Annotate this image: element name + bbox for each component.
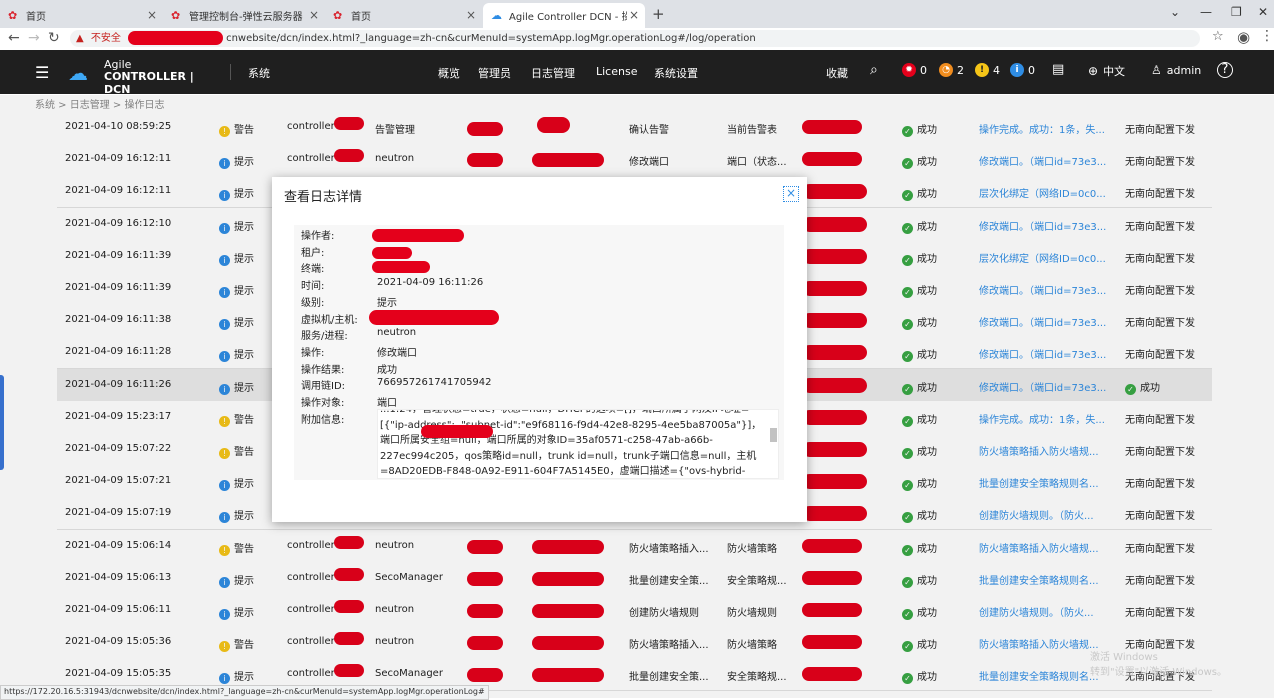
tab-search-icon[interactable]: ⌄ — [1170, 5, 1180, 19]
detail-value: 提示 — [377, 297, 397, 309]
alarm-minor[interactable]: ! 4 — [975, 63, 1000, 77]
close-icon[interactable]: × — [466, 8, 476, 22]
detail-panel: ...1:24，管理状态=true，状态=null，DHCP的选项=[]，端口所… — [294, 225, 784, 480]
forward-icon[interactable]: → — [28, 30, 40, 46]
detail-value: neutron — [377, 327, 417, 339]
help-icon[interactable]: ? — [1217, 62, 1233, 78]
redaction-mark — [128, 31, 223, 45]
detail-label: 服务/进程: — [301, 331, 348, 343]
alarm-major-icon: ◔ — [939, 63, 953, 77]
detail-row: 时间: 2021-04-09 16:11:26 — [294, 275, 784, 293]
favorites-button[interactable]: 收藏 — [826, 65, 848, 81]
user-icon: ♙ — [1151, 63, 1162, 77]
detail-value: 成功 — [377, 364, 397, 376]
browser-tab-bar: ✿ 首页 × ✿ 管理控制台-弹性云服务器 × ✿ 首页 × ☁ Agile C… — [0, 0, 1274, 28]
back-icon[interactable]: ← — [8, 30, 20, 46]
detail-value: 2021-04-09 16:11:26 — [377, 277, 484, 289]
browser-menu-icon[interactable]: ⋮ — [1260, 28, 1274, 44]
profile-icon[interactable]: ◉ — [1237, 28, 1250, 46]
cloud-logo-icon: ☁ — [68, 61, 88, 85]
detail-label: 租户: — [301, 247, 325, 259]
browser-tab-3[interactable]: ✿ 首页 × — [325, 3, 482, 28]
nav-license[interactable]: License — [596, 65, 637, 78]
detail-label: 调用链ID: — [301, 381, 346, 393]
browser-tab-2[interactable]: ✿ 管理控制台-弹性云服务器 × — [163, 3, 325, 28]
task-icon[interactable]: ▤ — [1052, 62, 1064, 77]
alarm-minor-icon: ! — [975, 63, 989, 77]
alarm-critical[interactable]: ✹ 0 — [902, 63, 927, 77]
divider — [230, 64, 231, 80]
close-icon[interactable]: × — [309, 8, 319, 22]
warning-icon: ▲ — [76, 33, 84, 44]
system-label[interactable]: 系统 — [248, 65, 270, 81]
reload-icon[interactable]: ↻ — [48, 30, 60, 46]
detail-row: 级别: 提示 — [294, 292, 784, 309]
nav-overview[interactable]: 概览 — [438, 65, 460, 81]
alarm-info[interactable]: i 0 — [1010, 63, 1035, 77]
detail-label: 操作者: — [301, 231, 335, 242]
detail-row: 租户: — [294, 242, 784, 259]
browser-tab-4[interactable]: ☁ Agile Controller DCN - 操作日志 × — [483, 3, 645, 28]
language-switch[interactable]: ⊕ 中文 — [1088, 63, 1125, 79]
flame-icon: ✹ — [902, 63, 916, 77]
close-icon[interactable]: × — [783, 186, 799, 202]
detail-label: 操作对象: — [301, 398, 345, 409]
huawei-logo-icon: ✿ — [171, 8, 181, 22]
detail-row: 调用链ID: 766957261741705942 — [294, 375, 784, 393]
user-menu[interactable]: ♙ admin — [1151, 63, 1201, 77]
detail-row: 服务/进程: neutron — [294, 325, 784, 343]
window-close-icon[interactable]: ✕ — [1258, 5, 1268, 19]
huawei-logo-icon: ✿ — [8, 8, 18, 22]
nav-log-management[interactable]: 日志管理 — [531, 65, 575, 81]
logo: ☁ Agile CONTROLLER | DCN — [68, 58, 194, 96]
detail-label: 操作结果: — [301, 364, 345, 376]
detail-label: 级别: — [301, 297, 325, 309]
detail-value: 端口 — [377, 398, 397, 409]
dialog-title: 查看日志详情 — [284, 190, 363, 205]
redaction-mark — [372, 261, 430, 273]
detail-value: 修改端口 — [377, 347, 417, 359]
huawei-logo-icon: ✿ — [333, 8, 343, 22]
windows-activation-watermark: 激活 Windows 转到"设置"以激活 Windows。 — [1090, 652, 1228, 678]
browser-tab-1[interactable]: ✿ 首页 × — [0, 3, 163, 28]
detail-label: 终端: — [301, 264, 325, 276]
nav-admin[interactable]: 管理员 — [478, 65, 511, 81]
close-icon[interactable]: × — [147, 8, 157, 22]
alarm-major[interactable]: ◔ 2 — [939, 63, 964, 77]
detail-row: 操作结果: 成功 — [294, 359, 784, 376]
new-tab-button[interactable]: + — [652, 5, 665, 23]
search-icon[interactable]: ⌕ — [870, 62, 878, 78]
url-input[interactable]: ▲ 不安全 cnwebsite/dcn/index.html?_language… — [70, 30, 1200, 47]
detail-row: 附加信息: — [294, 409, 784, 426]
detail-row: 操作: 修改端口 — [294, 342, 784, 359]
detail-row: 终端: — [294, 258, 784, 276]
detail-row: 操作对象: 端口 — [294, 392, 784, 409]
info-icon: i — [1010, 63, 1024, 77]
redaction-mark — [372, 229, 464, 242]
redaction-mark — [369, 310, 499, 325]
redaction-mark — [421, 425, 493, 438]
detail-row: 虚拟机/主机: — [294, 309, 784, 326]
close-icon[interactable]: × — [629, 8, 639, 22]
menu-icon[interactable]: ☰ — [35, 63, 49, 82]
log-detail-dialog: 查看日志详情 × ...1:24，管理状态=true，状态=null，DHCP的… — [272, 177, 807, 522]
address-bar: ← → ↻ ▲ 不安全 cnwebsite/dcn/index.html?_la… — [0, 28, 1274, 51]
nav-system-settings[interactable]: 系统设置 — [654, 65, 698, 81]
trace-id-link[interactable]: 766957261741705942 — [377, 377, 492, 388]
detail-label: 附加信息: — [301, 414, 345, 426]
detail-label: 虚拟机/主机: — [301, 314, 358, 326]
globe-icon: ⊕ — [1088, 64, 1099, 78]
minimize-icon[interactable]: — — [1200, 5, 1212, 19]
maximize-icon[interactable]: ❐ — [1231, 5, 1242, 19]
scrollbar-thumb[interactable] — [770, 428, 777, 442]
detail-label: 操作: — [301, 347, 325, 359]
detail-row: 操作者: — [294, 225, 784, 242]
cloud-icon: ☁ — [491, 8, 502, 22]
redaction-mark — [372, 247, 412, 259]
detail-label: 时间: — [301, 281, 325, 293]
bookmark-star-icon[interactable]: ☆ — [1212, 29, 1224, 44]
app-header: ☰ ☁ Agile CONTROLLER | DCN 系统 概览 管理员 日志管… — [0, 50, 1274, 96]
